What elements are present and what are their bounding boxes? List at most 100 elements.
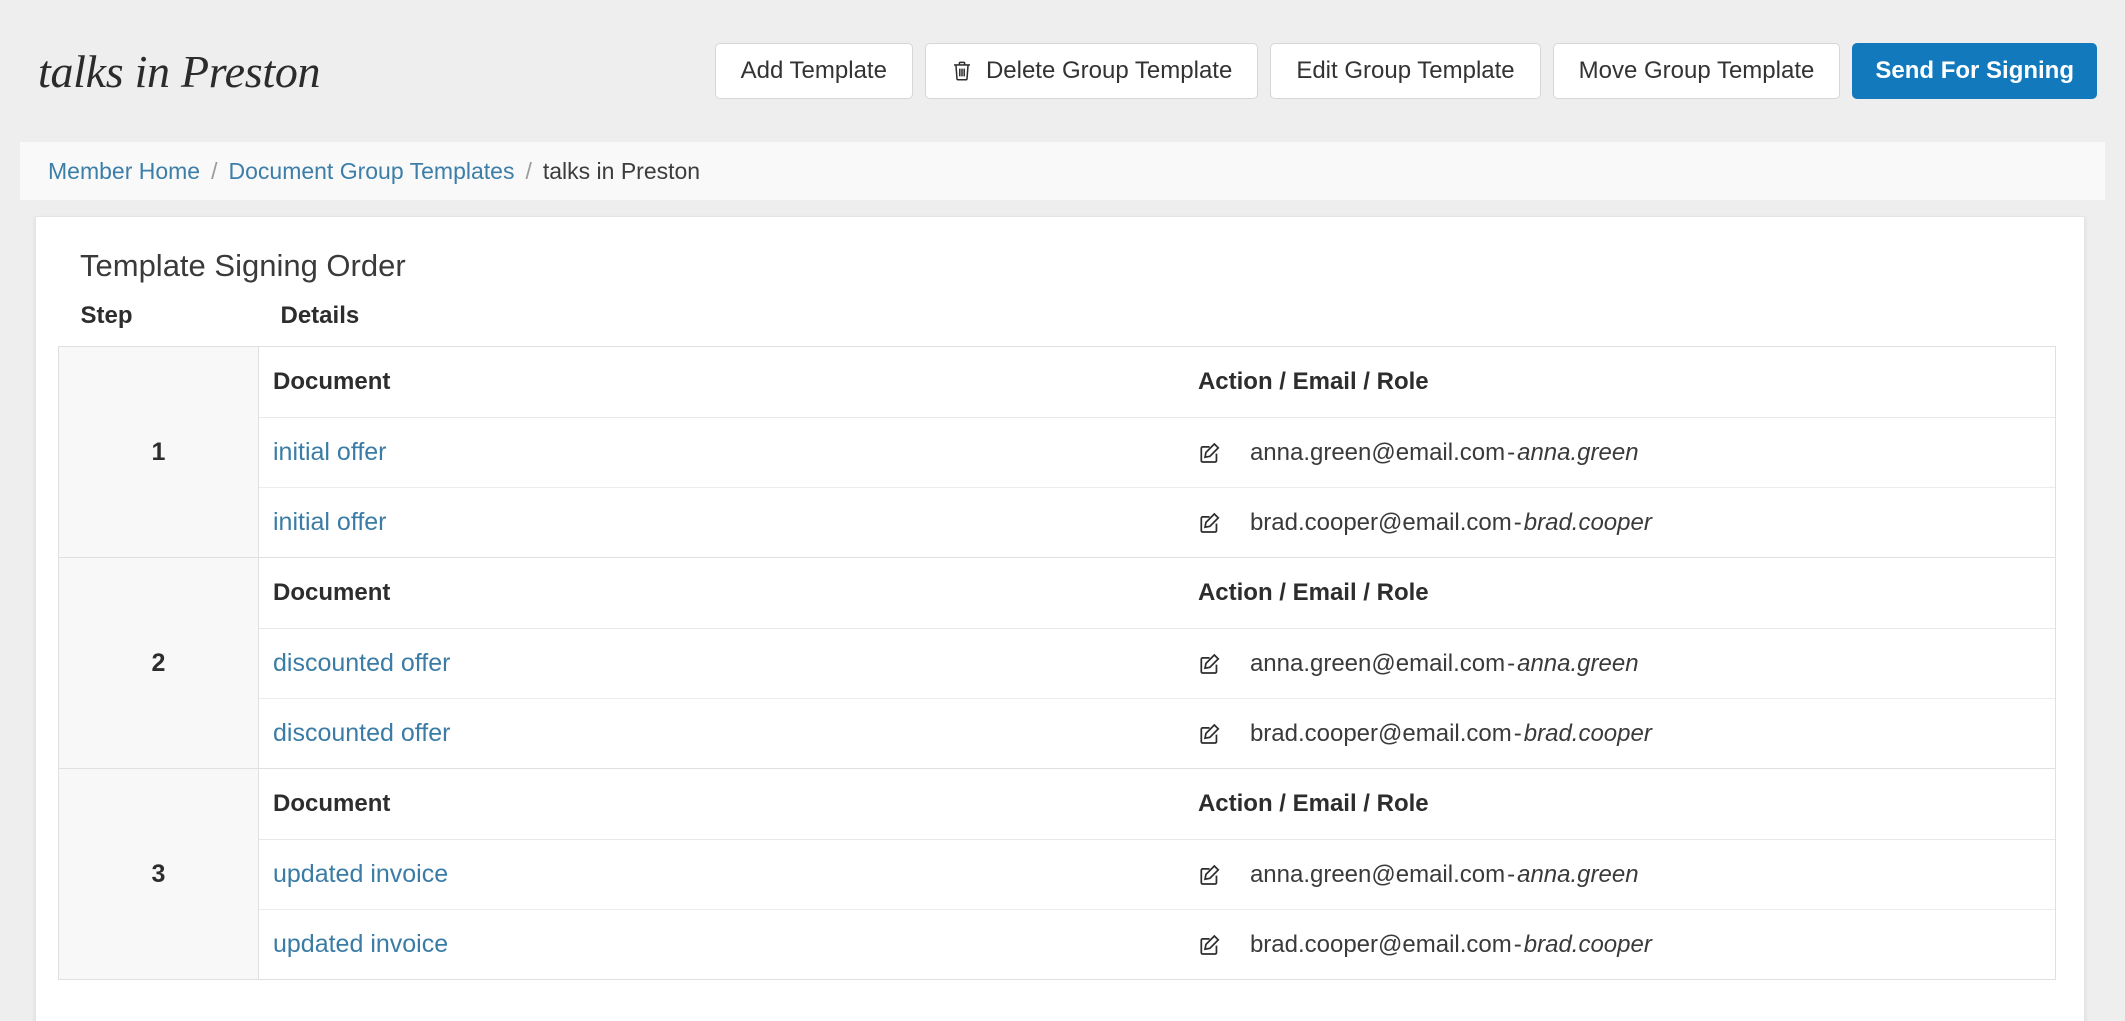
document-link[interactable]: discounted offer (273, 719, 450, 747)
signing-order-header-row: Step Details (59, 302, 2056, 347)
breadcrumb-item-current: talks in Preston (543, 158, 700, 185)
detail-column-header-action: Action / Email / Role (1184, 347, 2055, 418)
recipient-email: anna.green@email.com (1250, 439, 1505, 466)
template-signing-order-card: Template Signing Order Step Details 1Doc… (35, 216, 2085, 1021)
recipient-email: anna.green@email.com (1250, 650, 1505, 677)
edit-icon[interactable] (1198, 511, 1222, 535)
document-cell: initial offer (259, 488, 1184, 558)
edit-group-template-button[interactable]: Edit Group Template (1270, 43, 1540, 99)
detail-column-header-document: Document (259, 769, 1184, 840)
recipient-role: anna.green (1517, 861, 1638, 888)
document-cell: initial offer (259, 418, 1184, 488)
step-number-cell: 1 (59, 347, 259, 558)
step-group-row: 3DocumentAction / Email / Roleupdated in… (59, 769, 2056, 980)
step-number-cell: 3 (59, 769, 259, 980)
recipient-separator: - (1505, 861, 1517, 888)
edit-icon[interactable] (1198, 652, 1222, 676)
detail-header-row: DocumentAction / Email / Role (259, 769, 2055, 840)
step-detail-table: DocumentAction / Email / Roleinitial off… (259, 347, 2055, 557)
recipient-role: brad.cooper (1524, 720, 1652, 747)
edit-icon[interactable] (1198, 441, 1222, 465)
step-details-cell: DocumentAction / Email / Roleupdated inv… (259, 769, 2056, 980)
recipient-text: anna.green@email.com-anna.green (1250, 650, 1639, 678)
detail-column-header-action: Action / Email / Role (1184, 558, 2055, 629)
step-group-row: 2DocumentAction / Email / Rolediscounted… (59, 558, 2056, 769)
recipient-role: brad.cooper (1524, 931, 1652, 958)
action-email-role-cell: anna.green@email.com-anna.green (1184, 418, 2055, 488)
document-link[interactable]: updated invoice (273, 930, 448, 958)
document-link[interactable]: initial offer (273, 438, 387, 466)
detail-column-header-action: Action / Email / Role (1184, 769, 2055, 840)
recipient-text: brad.cooper@email.com-brad.cooper (1250, 509, 1652, 537)
recipient-email: anna.green@email.com (1250, 861, 1505, 888)
document-cell: discounted offer (259, 699, 1184, 769)
detail-header-row: DocumentAction / Email / Role (259, 347, 2055, 418)
recipient-role: anna.green (1517, 439, 1638, 466)
document-link[interactable]: discounted offer (273, 649, 450, 677)
recipient-separator: - (1512, 720, 1524, 747)
breadcrumb-separator: / (525, 158, 531, 185)
table-row: updated invoice brad.cooper@email.com-bra… (259, 910, 2055, 980)
add-template-button[interactable]: Add Template (715, 43, 913, 99)
recipient-separator: - (1512, 509, 1524, 536)
detail-column-header-document: Document (259, 558, 1184, 629)
page-title: talks in Preston (38, 45, 320, 98)
document-cell: updated invoice (259, 840, 1184, 910)
detail-header-row: DocumentAction / Email / Role (259, 558, 2055, 629)
recipient-separator: - (1505, 650, 1517, 677)
recipient-email: brad.cooper@email.com (1250, 931, 1512, 958)
recipient-text: anna.green@email.com-anna.green (1250, 439, 1639, 467)
document-link[interactable]: updated invoice (273, 860, 448, 888)
add-template-button-label: Add Template (741, 59, 887, 83)
action-email-role-cell: anna.green@email.com-anna.green (1184, 840, 2055, 910)
step-detail-table: DocumentAction / Email / Roleupdated inv… (259, 769, 2055, 979)
header-toolbar: Add Template Delete Group Template Edit … (715, 43, 2097, 99)
document-cell: updated invoice (259, 910, 1184, 980)
edit-group-template-button-label: Edit Group Template (1296, 59, 1514, 83)
page-header: talks in Preston Add Template Delete Gro… (0, 0, 2125, 142)
detail-column-header-document: Document (259, 347, 1184, 418)
action-email-role-cell: brad.cooper@email.com-brad.cooper (1184, 699, 2055, 769)
move-group-template-button[interactable]: Move Group Template (1553, 43, 1841, 99)
recipient-separator: - (1505, 439, 1517, 466)
step-details-cell: DocumentAction / Email / Roleinitial off… (259, 347, 2056, 558)
breadcrumb: Member Home / Document Group Templates /… (20, 142, 2105, 200)
table-row: discounted offer brad.cooper@email.com-br… (259, 699, 2055, 769)
breadcrumb-item-member-home[interactable]: Member Home (48, 158, 200, 185)
table-row: updated invoice anna.green@email.com-anna… (259, 840, 2055, 910)
recipient-email: brad.cooper@email.com (1250, 720, 1512, 747)
send-for-signing-button-label: Send For Signing (1875, 59, 2074, 83)
signing-order-table: Step Details 1DocumentAction / Email / R… (58, 302, 2056, 980)
action-email-role-cell: brad.cooper@email.com-brad.cooper (1184, 910, 2055, 980)
breadcrumb-separator: / (211, 158, 217, 185)
table-row: discounted offer anna.green@email.com-ann… (259, 629, 2055, 699)
column-header-step: Step (59, 302, 259, 347)
action-email-role-cell: anna.green@email.com-anna.green (1184, 629, 2055, 699)
document-cell: discounted offer (259, 629, 1184, 699)
document-link[interactable]: initial offer (273, 508, 387, 536)
recipient-role: brad.cooper (1524, 509, 1652, 536)
recipient-email: brad.cooper@email.com (1250, 509, 1512, 536)
recipient-role: anna.green (1517, 650, 1638, 677)
edit-icon[interactable] (1198, 933, 1222, 957)
recipient-text: anna.green@email.com-anna.green (1250, 861, 1639, 889)
step-group-row: 1DocumentAction / Email / Roleinitial of… (59, 347, 2056, 558)
recipient-text: brad.cooper@email.com-brad.cooper (1250, 931, 1652, 959)
recipient-separator: - (1512, 931, 1524, 958)
step-number-cell: 2 (59, 558, 259, 769)
action-email-role-cell: brad.cooper@email.com-brad.cooper (1184, 488, 2055, 558)
step-details-cell: DocumentAction / Email / Rolediscounted … (259, 558, 2056, 769)
recipient-text: brad.cooper@email.com-brad.cooper (1250, 720, 1652, 748)
delete-group-template-button[interactable]: Delete Group Template (925, 43, 1258, 99)
card-title: Template Signing Order (80, 248, 2056, 284)
table-row: initial offer brad.cooper@email.com-brad.… (259, 488, 2055, 558)
edit-icon[interactable] (1198, 863, 1222, 887)
trash-icon (951, 58, 973, 84)
delete-group-template-button-label: Delete Group Template (986, 59, 1232, 83)
breadcrumb-item-document-group-templates[interactable]: Document Group Templates (229, 158, 515, 185)
table-row: initial offer anna.green@email.com-anna.g… (259, 418, 2055, 488)
column-header-details: Details (259, 302, 2056, 347)
send-for-signing-button[interactable]: Send For Signing (1852, 43, 2097, 99)
edit-icon[interactable] (1198, 722, 1222, 746)
move-group-template-button-label: Move Group Template (1579, 59, 1815, 83)
